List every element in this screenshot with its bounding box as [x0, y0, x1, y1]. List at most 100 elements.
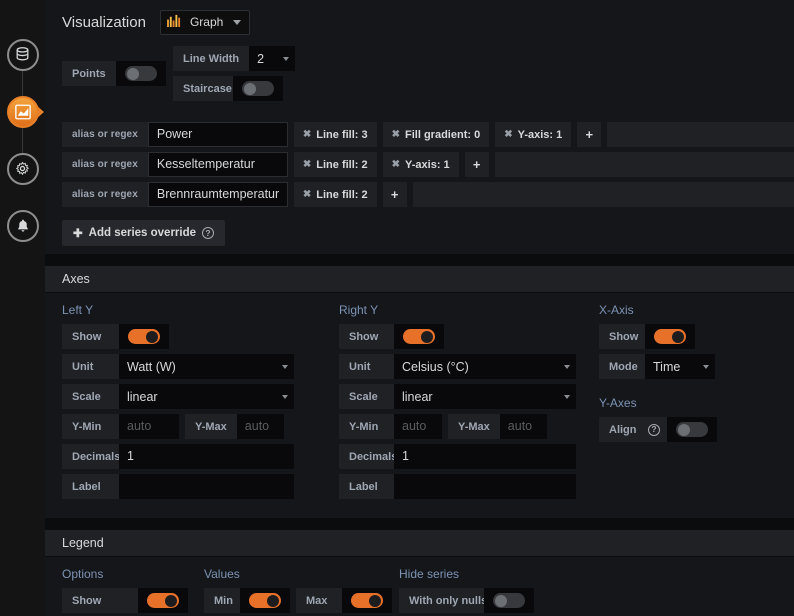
left-y-axis-title: Left Y — [62, 303, 94, 317]
staircase-field: Staircase — [173, 76, 295, 101]
left-y-max-label: Y-Max — [185, 414, 237, 439]
chevron-down-icon — [282, 364, 288, 369]
legend-options-title: Options — [62, 567, 104, 581]
x-axis-show-label: Show — [599, 324, 645, 349]
series-override-chip[interactable]: ✖ Fill gradient: 0 — [382, 122, 490, 147]
legend-show-toggle[interactable] — [138, 588, 188, 613]
legend-show-toggle-knob — [147, 593, 179, 608]
y-axes-align-toggle[interactable] — [667, 417, 717, 442]
right-y-min-field: Y-Min — [339, 414, 442, 439]
right-y-scale-label: Scale — [339, 384, 394, 409]
chip-label: Line fill: 3 — [316, 128, 368, 141]
left-y-scale-select[interactable]: linear — [119, 384, 294, 409]
left-y-decimals-input[interactable] — [119, 444, 294, 469]
database-icon — [6, 38, 39, 71]
right-y-unit-select[interactable]: Celsius (°C) — [394, 354, 576, 379]
close-icon: ✖ — [302, 129, 312, 140]
legend-only-nulls-field: With only nulls — [399, 588, 573, 613]
points-label: Points — [62, 61, 116, 86]
series-override-row: alias or regex ✖ Line fill: 2 ✖ Y-axis: … — [45, 152, 794, 177]
series-override-alias-input[interactable] — [147, 152, 288, 177]
y-axes-align-help[interactable]: ? — [641, 417, 667, 442]
sidebar-item-general[interactable] — [0, 146, 45, 191]
left-y-show-toggle-knob — [128, 329, 160, 344]
points-toggle[interactable] — [115, 61, 166, 86]
chip-label: Fill gradient: 0 — [405, 128, 481, 141]
right-y-label-input[interactable] — [394, 474, 576, 499]
right-y-show-toggle[interactable] — [394, 324, 444, 349]
series-override-row-filler — [412, 182, 794, 207]
series-override-chip[interactable]: ✖ Y-axis: 1 — [495, 122, 572, 147]
right-y-min-input[interactable] — [394, 414, 442, 439]
close-icon: ✖ — [504, 129, 513, 140]
staircase-toggle[interactable] — [233, 76, 283, 101]
add-override-option-button[interactable]: + — [464, 152, 489, 177]
series-override-row-filler — [494, 152, 794, 177]
close-icon: ✖ — [391, 129, 401, 140]
x-axis-show-toggle[interactable] — [645, 324, 695, 349]
add-override-option-button[interactable]: + — [382, 182, 407, 207]
left-y-unit-select[interactable]: Watt (W) — [119, 354, 294, 379]
right-y-unit-field: Unit Celsius (°C) — [339, 354, 593, 379]
legend-values-title: Values — [204, 567, 240, 581]
legend-values-group: Values Min Max Avg — [204, 567, 399, 616]
left-y-scale-label: Scale — [62, 384, 119, 409]
visualization-type-picker[interactable]: Graph — [159, 9, 251, 35]
chip-label: Line fill: 2 — [316, 188, 368, 201]
right-y-scale-select[interactable]: linear — [394, 384, 576, 409]
right-y-label-field: Label — [339, 474, 593, 499]
help-icon[interactable]: ? — [202, 227, 215, 239]
axes-section: Axes Left Y Show Unit Watt (W) Scale lin… — [45, 266, 794, 518]
x-axis-show-toggle-knob — [654, 329, 686, 344]
panel-editor-sidebar — [0, 0, 45, 616]
right-y-max-input[interactable] — [499, 414, 547, 439]
series-override-chip[interactable]: ✖ Line fill: 2 — [293, 182, 377, 207]
legend-max-toggle-knob — [351, 593, 383, 608]
left-y-axis-group: Left Y Show Unit Watt (W) Scale linear Y… — [62, 303, 339, 504]
line-width-field: Line Width 2 — [173, 46, 296, 71]
x-axis-title: X-Axis — [599, 303, 634, 317]
legend-min-toggle[interactable] — [240, 588, 290, 613]
points-toggle-knob — [124, 66, 157, 81]
series-override-chip[interactable]: ✖ Y-axis: 1 — [382, 152, 459, 177]
legend-only-nulls-toggle[interactable] — [484, 588, 534, 613]
left-y-min-input[interactable] — [119, 414, 179, 439]
right-y-scale-value: linear — [402, 389, 433, 404]
left-y-scale-value: linear — [127, 389, 158, 404]
right-y-unit-value: Celsius (°C) — [402, 359, 469, 374]
legend-max-toggle[interactable] — [342, 588, 392, 613]
visualization-header: Visualization Graph — [45, 0, 794, 44]
close-icon: ✖ — [391, 159, 401, 170]
add-override-option-button[interactable]: + — [577, 122, 602, 147]
left-y-decimals-field: Decimals — [62, 444, 333, 469]
series-override-alias-input[interactable] — [147, 182, 288, 207]
series-override-chip[interactable]: ✖ Line fill: 2 — [293, 152, 377, 177]
sidebar-item-queries[interactable] — [0, 32, 45, 77]
right-y-show-label: Show — [339, 324, 394, 349]
x-axis-show-field: Show — [599, 324, 773, 349]
left-y-unit-label: Unit — [62, 354, 119, 379]
legend-min-field: Min — [204, 588, 290, 613]
left-y-unit-value: Watt (W) — [127, 359, 176, 374]
left-y-max-input[interactable] — [236, 414, 284, 439]
right-y-scale-field: Scale linear — [339, 384, 593, 409]
alias-or-regex-label: alias or regex — [62, 182, 148, 207]
right-y-decimals-input[interactable] — [394, 444, 576, 469]
legend-max-label: Max — [296, 588, 342, 613]
series-override-row-filler — [607, 122, 794, 147]
left-y-label-input[interactable] — [119, 474, 294, 499]
sidebar-item-visualization[interactable] — [0, 89, 45, 134]
left-y-show-toggle[interactable] — [119, 324, 169, 349]
series-override-alias-input[interactable] — [147, 122, 288, 147]
right-y-label-label: Label — [339, 474, 394, 499]
line-width-select[interactable]: 2 — [249, 46, 296, 71]
right-y-max-field: Y-Max — [448, 414, 547, 439]
sidebar-item-alert[interactable] — [0, 203, 45, 248]
series-override-chip[interactable]: ✖ Line fill: 3 — [293, 122, 377, 147]
legend-max-field: Max — [296, 588, 392, 613]
add-series-override-button[interactable]: ✚ Add series override ? — [62, 220, 226, 246]
chip-label: Y-axis: 1 — [405, 158, 450, 171]
x-axis-mode-select[interactable]: Time — [645, 354, 715, 379]
x-axis-group: X-Axis Show Mode Time Y-Axes Align ? — [599, 303, 779, 504]
chevron-down-icon — [564, 394, 570, 399]
